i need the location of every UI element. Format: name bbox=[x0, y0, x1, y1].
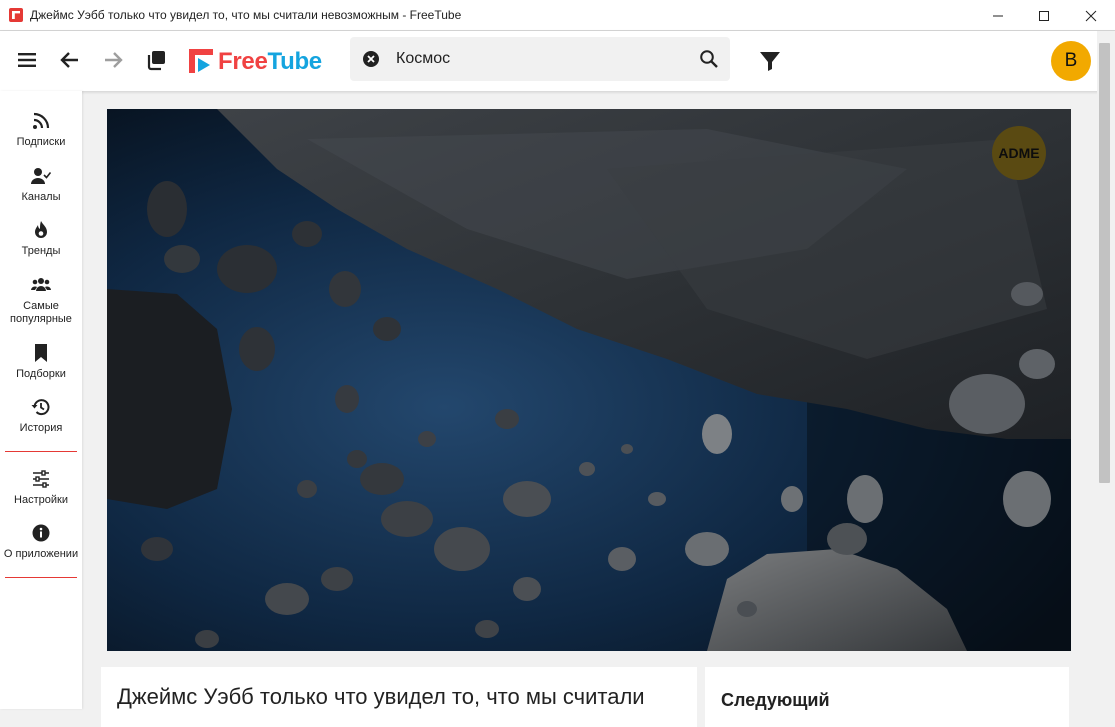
sidebar-item-label: Настройки bbox=[14, 494, 68, 506]
close-window-button[interactable] bbox=[1068, 0, 1114, 31]
scrollbar-thumb[interactable] bbox=[1099, 43, 1110, 483]
sidebar-divider bbox=[5, 451, 77, 452]
maximize-icon bbox=[1039, 11, 1049, 21]
sidebar-item-trending[interactable]: Тренды bbox=[0, 220, 82, 258]
video-frame-image bbox=[107, 109, 1071, 651]
close-icon bbox=[1085, 10, 1097, 22]
sidebar-item-label: История bbox=[19, 422, 63, 434]
bookmark-icon bbox=[35, 344, 47, 362]
freetube-app-icon bbox=[9, 8, 23, 22]
sidebar-item-settings[interactable]: Настройки bbox=[0, 469, 82, 507]
video-title: Джеймс Уэбб только что увидел то, что мы… bbox=[117, 684, 645, 709]
sidebar-item-label: Каналы bbox=[21, 191, 61, 203]
sidebar-item-history[interactable]: История bbox=[0, 397, 82, 435]
sliders-icon bbox=[33, 470, 49, 488]
search-icon[interactable] bbox=[699, 49, 719, 69]
sidebar-item-label: О приложении bbox=[3, 548, 79, 560]
copy-window-icon[interactable] bbox=[144, 48, 168, 72]
window-title-bar: Джеймс Уэбб только что увидел то, что мы… bbox=[0, 0, 1115, 31]
video-info-card: Джеймс Уэбб только что увидел то, что мы… bbox=[101, 667, 697, 727]
sidebar-item-about[interactable]: О приложении bbox=[0, 523, 82, 561]
users-icon bbox=[31, 278, 51, 291]
sidebar-item-channels[interactable]: Каналы bbox=[0, 166, 82, 204]
video-player[interactable]: ADME bbox=[107, 109, 1071, 651]
freetube-logo[interactable]: FreeTube bbox=[188, 48, 328, 76]
sidebar-item-label: Подборки bbox=[16, 368, 66, 380]
profile-avatar[interactable]: B bbox=[1051, 41, 1091, 81]
sidebar-divider bbox=[5, 577, 77, 578]
freetube-logo-mark-icon bbox=[189, 49, 213, 73]
sidebar-item-playlists[interactable]: Подборки bbox=[0, 343, 82, 381]
sidebar-item-label: Подписки bbox=[16, 136, 66, 148]
minimize-icon bbox=[993, 15, 1003, 17]
filter-icon[interactable] bbox=[758, 49, 782, 73]
page-scrollbar[interactable] bbox=[1097, 31, 1115, 709]
channel-watermark: ADME bbox=[992, 126, 1046, 180]
sidebar-item-label: Тренды bbox=[21, 245, 61, 257]
minimize-button[interactable] bbox=[975, 0, 1021, 31]
sidebar-item-subscriptions[interactable]: Подписки bbox=[0, 111, 82, 149]
search-input[interactable] bbox=[396, 37, 686, 81]
window-title: Джеймс Уэбб только что увидел то, что мы… bbox=[30, 8, 462, 22]
sidebar-item-label: Самые популярные bbox=[10, 300, 72, 325]
arrow-right-icon[interactable] bbox=[101, 48, 125, 72]
freetube-logo-text: FreeTube bbox=[218, 48, 322, 75]
maximize-button[interactable] bbox=[1021, 0, 1067, 31]
sidebar: Подписки Каналы Тренды Самые популярные bbox=[0, 91, 82, 709]
up-next-heading: Следующий bbox=[721, 690, 830, 710]
history-icon bbox=[31, 399, 50, 416]
user-check-icon bbox=[31, 168, 51, 184]
rss-icon bbox=[33, 112, 50, 129]
up-next-panel: Следующий bbox=[705, 667, 1069, 727]
info-circle-icon bbox=[32, 524, 50, 542]
hamburger-menu-icon[interactable] bbox=[15, 48, 39, 72]
sidebar-item-popular[interactable]: Самые популярные bbox=[0, 275, 82, 326]
arrow-left-icon[interactable] bbox=[58, 48, 82, 72]
search-box bbox=[350, 37, 730, 81]
close-circle-icon[interactable] bbox=[362, 50, 380, 68]
app-top-bar: FreeTube B bbox=[0, 31, 1115, 91]
fire-icon bbox=[35, 221, 47, 238]
